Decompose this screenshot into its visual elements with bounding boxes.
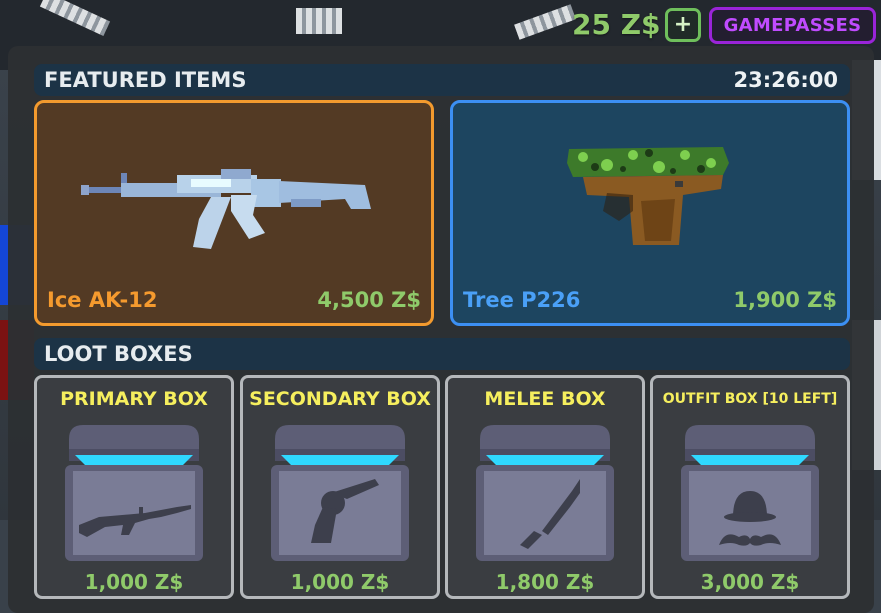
loot-box-title: SECONDARY BOX [249,388,431,410]
loot-box-price: 3,000 Z$ [700,570,800,594]
loot-box-outfit[interactable]: OUTFIT BOX [10 LEFT] 3,000 Z$ [650,375,850,599]
featured-items-header: FEATURED ITEMS 23:26:00 [34,64,850,96]
gamepasses-button[interactable]: GAMEPASSES [709,7,876,44]
plus-icon: + [673,12,693,37]
chest-icon [65,425,203,561]
loot-boxes-header: LOOT BOXES [34,338,850,370]
featured-item-name: Tree P226 [463,288,581,312]
featured-item-price: 1,900 Z$ [733,288,837,312]
loot-box-price: 1,000 Z$ [290,570,390,594]
loot-box-title: PRIMARY BOX [60,388,208,410]
chest-icon [681,425,819,561]
featured-item-card[interactable]: Ice AK-12 4,500 Z$ [34,100,434,326]
loot-box-title: MELEE BOX [484,388,606,410]
chest-icon [271,425,409,561]
ceiling-light [296,8,342,34]
loot-box-primary[interactable]: PRIMARY BOX 1,000 Z$ [34,375,234,599]
featured-items-title: FEATURED ITEMS [44,68,247,92]
ak12-rifle-icon [81,169,371,249]
featured-item-name: Ice AK-12 [47,288,158,312]
loot-box-secondary[interactable]: SECONDARY BOX 1,000 Z$ [240,375,440,599]
p226-pistol-icon [567,147,729,245]
loot-box-price: 1,000 Z$ [84,570,184,594]
loot-box-price: 1,800 Z$ [495,570,595,594]
loot-box-melee[interactable]: MELEE BOX 1,800 Z$ [445,375,645,599]
chest-icon [476,425,614,561]
featured-item-card[interactable]: Tree P226 1,900 Z$ [450,100,850,326]
loot-box-title: OUTFIT BOX [10 LEFT] [662,391,838,407]
featured-timer: 23:26:00 [733,68,838,92]
loot-boxes-title: LOOT BOXES [44,342,193,366]
featured-item-price: 4,500 Z$ [317,288,421,312]
buy-currency-button[interactable]: + [665,8,701,42]
currency-balance: 25 Z$ [572,8,661,41]
